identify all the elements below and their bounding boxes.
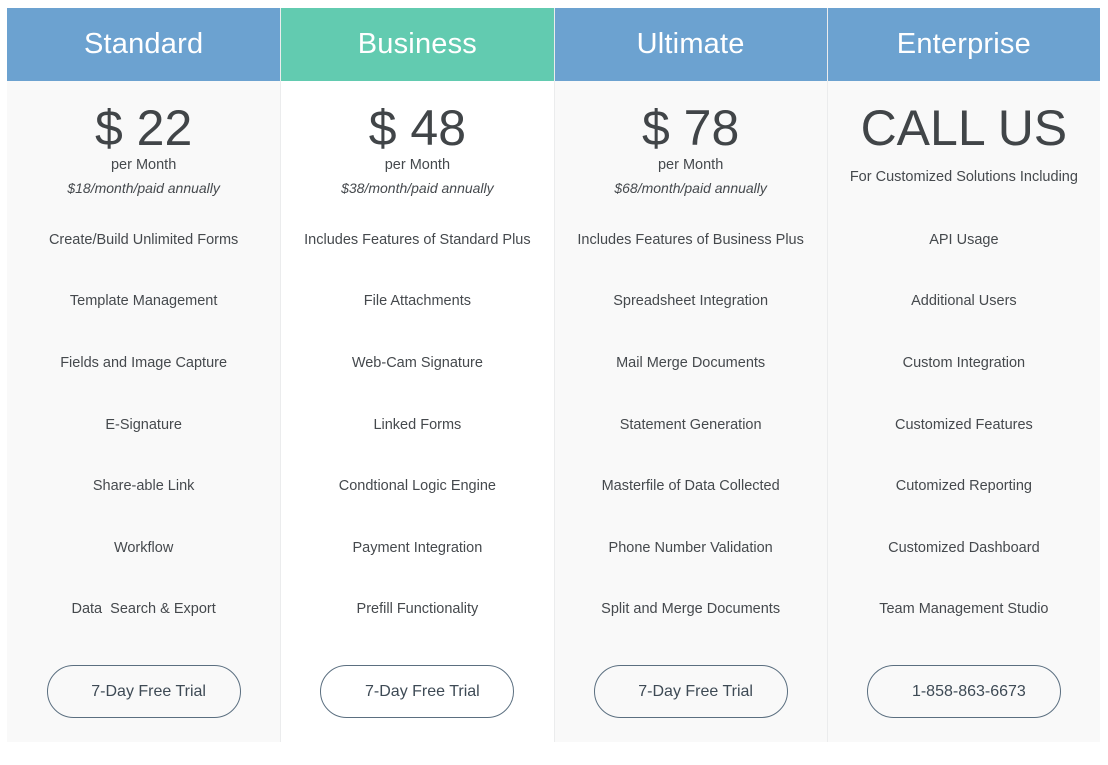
price-period: per Month (657, 157, 724, 173)
pricing-table: Standard $ 22 per Month $18/month/paid a… (7, 8, 1100, 742)
feature-item: Template Management (69, 293, 218, 310)
price-block: CALL US For Customized Solutions Includi… (828, 81, 1100, 221)
price-block: $ 22 per Month $18/month/paid annually (7, 81, 280, 221)
plan-header: Enterprise (827, 8, 1100, 81)
feature-item: Workflow (113, 539, 174, 556)
plan-business: Business $ 48 per Month $38/month/paid a… (280, 8, 554, 742)
feature-item: Web-Cam Signature (351, 354, 483, 371)
feature-item: Custom Integration (902, 354, 1026, 371)
free-trial-button[interactable]: 7-Day Free Trial (593, 665, 788, 719)
free-trial-button[interactable]: 7-Day Free Trial (320, 665, 515, 719)
feature-item: Includes Features of Business Plus (577, 231, 804, 248)
feature-item: Linked Forms (373, 416, 462, 433)
feature-item: Condtional Logic Engine (338, 478, 496, 495)
feature-list: Includes Features of Standard Plus File … (281, 209, 553, 640)
plan-name: Business (357, 28, 478, 60)
plan-header: Business (281, 8, 554, 81)
annual-price: $18/month/paid annually (67, 180, 220, 196)
feature-item: Split and Merge Documents (601, 601, 781, 618)
plan-header: Standard (7, 8, 281, 81)
feature-item: Create/Build Unlimited Forms (48, 231, 239, 248)
plan-name: Enterprise (896, 28, 1031, 60)
price-period: per Month (384, 157, 451, 173)
plan-header: Ultimate (554, 8, 827, 81)
feature-item: Statement Generation (619, 416, 762, 433)
price-period: per Month (110, 157, 177, 173)
feature-item: Team Management Studio (879, 601, 1049, 618)
feature-item: File Attachments (363, 293, 471, 310)
plan-enterprise: Enterprise CALL US For Customized Soluti… (826, 8, 1100, 742)
feature-list: Includes Features of Business Plus Sprea… (555, 209, 827, 640)
plan-price: $ 48 (368, 100, 467, 156)
plan-name: Ultimate (636, 28, 745, 60)
price-block: $ 78 per Month $68/month/paid annually (555, 81, 827, 221)
feature-item: Prefill Functionality (356, 601, 479, 618)
feature-item: Spreadsheet Integration (613, 293, 769, 310)
price-block: $ 48 per Month $38/month/paid annually (281, 81, 553, 221)
feature-item: API Usage (929, 231, 999, 248)
feature-item: Includes Features of Standard Plus (304, 231, 531, 248)
feature-item: Data Search & Export (71, 601, 216, 618)
plan-price: CALL US (860, 100, 1068, 156)
feature-list: API Usage Additional Users Custom Integr… (828, 209, 1100, 640)
plan-standard: Standard $ 22 per Month $18/month/paid a… (7, 8, 281, 742)
plan-name: Standard (83, 28, 204, 60)
call-phone-button[interactable]: 1-858-863-6673 (866, 665, 1061, 719)
plan-subtitle: For Customized Solutions Including (849, 169, 1078, 185)
feature-item: Phone Number Validation (608, 539, 773, 556)
plan-price: $ 22 (94, 100, 193, 156)
feature-item: Cutomized Reporting (895, 478, 1032, 495)
feature-item: Customized Features (894, 416, 1033, 433)
plan-price: $ 78 (641, 100, 740, 156)
free-trial-button[interactable]: 7-Day Free Trial (46, 665, 241, 719)
feature-item: Mail Merge Documents (616, 354, 766, 371)
feature-item: Masterfile of Data Collected (601, 478, 780, 495)
feature-item: Fields and Image Capture (60, 354, 228, 371)
feature-item: Share-able Link (92, 478, 195, 495)
feature-list: Create/Build Unlimited Forms Template Ma… (7, 209, 280, 640)
plan-ultimate: Ultimate $ 78 per Month $68/month/paid a… (553, 8, 827, 742)
annual-price: $38/month/paid annually (341, 180, 494, 196)
annual-price: $68/month/paid annually (614, 180, 767, 196)
feature-item: E-Signature (105, 416, 182, 433)
feature-item: Additional Users (911, 293, 1017, 310)
feature-item: Payment Integration (352, 539, 483, 556)
feature-item: Customized Dashboard (888, 539, 1040, 556)
